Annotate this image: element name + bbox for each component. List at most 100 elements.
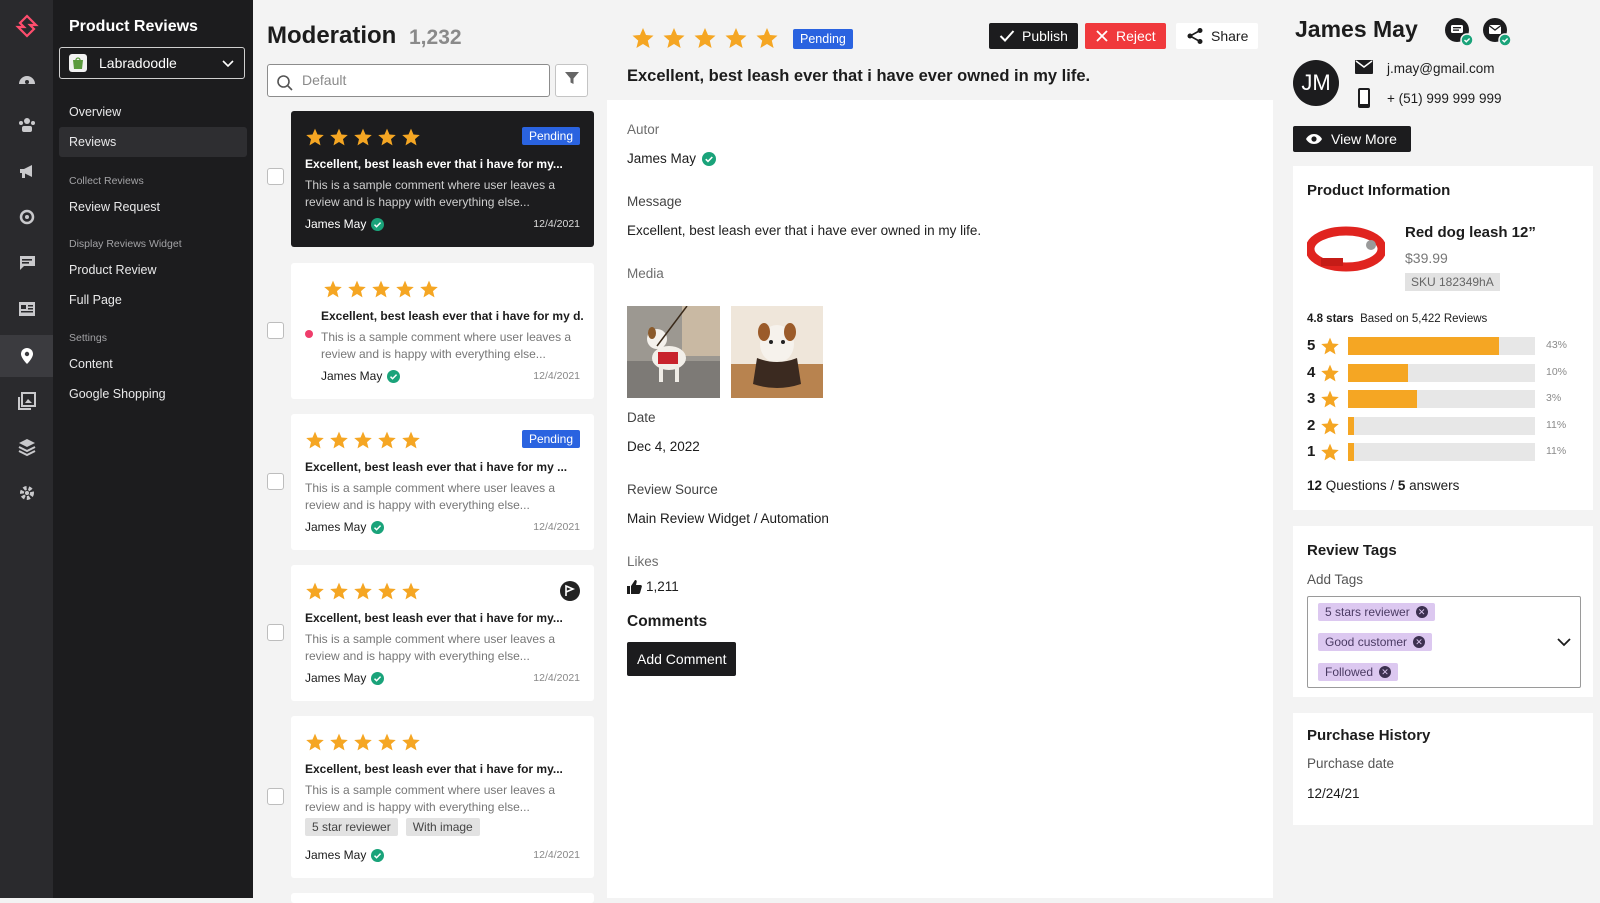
rating-bar-fill — [1348, 416, 1354, 435]
brand-logo-icon[interactable] — [0, 6, 53, 46]
remove-tag-icon[interactable]: ✕ — [1413, 636, 1426, 648]
unread-dot — [305, 330, 313, 338]
review-card-next[interactable] — [291, 893, 594, 903]
review-date: 12/4/2021 — [533, 521, 580, 533]
purchase-date-label: Purchase date — [1307, 756, 1395, 771]
search-placeholder: Default — [302, 72, 347, 88]
review-excerpt: This is a sample comment where user leav… — [305, 632, 556, 663]
view-more-button[interactable]: View More — [1293, 126, 1411, 152]
autor-value: James May — [627, 151, 697, 166]
review-title: Excellent, best leash ever that i have f… — [305, 762, 563, 776]
rating-bar-row: 2 11% — [1307, 416, 1587, 436]
sidebar-item-google-shopping[interactable]: Google Shopping — [59, 379, 247, 409]
review-excerpt: This is a sample comment where user leav… — [305, 178, 556, 209]
review-card[interactable]: Excellent, best leash ever that i have f… — [291, 565, 594, 701]
star-icon — [1321, 364, 1339, 381]
reject-button[interactable]: Reject — [1085, 23, 1166, 49]
star-icon — [306, 128, 324, 146]
automation-icon[interactable] — [0, 197, 53, 237]
star-icon — [378, 733, 396, 751]
tag-chip-label: Good customer — [1325, 635, 1408, 649]
review-date: 12/4/2021 — [533, 672, 580, 684]
review-checkbox[interactable] — [267, 624, 284, 641]
chevron-down-icon[interactable] — [1556, 635, 1572, 654]
review-headline: Excellent, best leash ever that i have e… — [627, 67, 1091, 85]
share-button[interactable]: Share — [1176, 23, 1259, 49]
share-icon — [1187, 28, 1203, 44]
review-tags-panel: Review Tags Add Tags 5 stars reviewer ✕ G… — [1293, 526, 1593, 697]
message-status-icon[interactable] — [1443, 16, 1475, 53]
review-checkbox[interactable] — [267, 473, 284, 490]
document-icon[interactable] — [0, 289, 53, 329]
customers-icon[interactable] — [0, 105, 53, 145]
phone-icon — [1358, 88, 1370, 113]
review-checkbox[interactable] — [267, 788, 284, 805]
filter-button[interactable] — [555, 64, 588, 97]
flag-icon[interactable] — [560, 581, 580, 606]
date-label: Date — [627, 410, 656, 425]
sidebar-item-full-page[interactable]: Full Page — [59, 285, 247, 315]
rating-bar-track — [1348, 363, 1535, 382]
tag-chip[interactable]: Followed ✕ — [1318, 663, 1399, 681]
star-rating — [323, 279, 439, 299]
close-icon — [1096, 30, 1108, 42]
review-excerpt: This is a sample comment where user leav… — [305, 783, 556, 814]
publish-button[interactable]: Publish — [989, 23, 1078, 49]
megaphone-icon[interactable] — [0, 151, 53, 191]
autor-label: Autor — [627, 122, 660, 137]
rating-bar-track — [1348, 390, 1535, 408]
detail-header: Pending Publish Reject Share Excellent, … — [607, 0, 1273, 100]
search-input[interactable]: Default — [267, 64, 550, 97]
rating-value: 4.8 stars — [1307, 313, 1354, 325]
review-card[interactable]: Excellent, best leash ever that i have f… — [291, 263, 594, 399]
email-status-icon[interactable] — [1481, 16, 1513, 53]
review-card[interactable]: Pending Excellent, best leash ever that … — [291, 414, 594, 550]
review-card[interactable]: Excellent, best leash ever that i have f… — [291, 716, 594, 878]
remove-tag-icon[interactable]: ✕ — [1415, 606, 1428, 618]
gallery-icon[interactable] — [0, 381, 53, 421]
review-checkbox[interactable] — [267, 322, 284, 339]
customer-phone[interactable]: + (51) 999 999 999 — [1387, 91, 1501, 106]
star-rating — [305, 430, 421, 450]
tag-chip[interactable]: 5 stars reviewer ✕ — [1318, 603, 1435, 621]
purchase-history-panel: Purchase History Purchase date 12/24/21 — [1293, 713, 1593, 825]
rating-bar-percent: 11% — [1546, 418, 1567, 431]
remove-tag-icon[interactable]: ✕ — [1379, 666, 1392, 678]
tag-chip[interactable]: Good customer ✕ — [1318, 633, 1433, 651]
review-checkbox[interactable] — [267, 168, 284, 185]
tags-select[interactable]: 5 stars reviewer ✕ Good customer ✕ Followe… — [1307, 596, 1581, 688]
layers-icon[interactable] — [0, 427, 53, 467]
likes-label: Likes — [627, 554, 659, 569]
review-card[interactable]: Pending Excellent, best leash ever that … — [291, 111, 594, 247]
star-icon — [354, 582, 372, 600]
media-thumbnail[interactable] — [731, 306, 823, 398]
answers-count: 5 — [1397, 478, 1406, 493]
review-tags: 5 star reviewer With image — [305, 818, 488, 836]
dashboard-icon[interactable] — [0, 60, 53, 100]
sidebar-item-reviews[interactable]: Reviews — [59, 127, 247, 157]
product-price: $39.99 — [1405, 250, 1448, 266]
comments-heading: Comments — [627, 613, 708, 630]
reviews-nav-icon[interactable] — [0, 335, 53, 377]
star-icon — [306, 582, 324, 600]
product-info-heading: Product Information — [1307, 182, 1451, 199]
review-title: Excellent, best leash ever that i have f… — [321, 309, 584, 323]
media-thumbnail[interactable] — [627, 306, 720, 398]
rating-bar-fill — [1348, 443, 1354, 461]
sidebar-item-product-review[interactable]: Product Review — [59, 255, 247, 285]
settings-gear-icon[interactable] — [0, 473, 53, 513]
add-comment-button[interactable]: Add Comment — [627, 642, 737, 676]
sidebar-item-review-request[interactable]: Review Request — [59, 192, 247, 222]
customer-email[interactable]: j.may@gmail.com — [1387, 61, 1494, 76]
purchase-date-value: 12/24/21 — [1307, 786, 1360, 801]
rating-bar-percent: 43% — [1546, 339, 1568, 351]
section-display-widget: Display Reviews Widget — [69, 238, 182, 250]
section-settings: Settings — [69, 332, 107, 344]
sidebar-item-content[interactable]: Content — [59, 349, 247, 379]
store-selector[interactable]: Labradoodle — [59, 47, 245, 79]
product-info-panel: Product Information Red dog leash 12” $3… — [1293, 166, 1593, 510]
chat-icon[interactable] — [0, 243, 53, 283]
sidebar-item-overview[interactable]: Overview — [59, 97, 247, 127]
star-icon — [756, 28, 778, 48]
star-icon — [378, 128, 396, 146]
